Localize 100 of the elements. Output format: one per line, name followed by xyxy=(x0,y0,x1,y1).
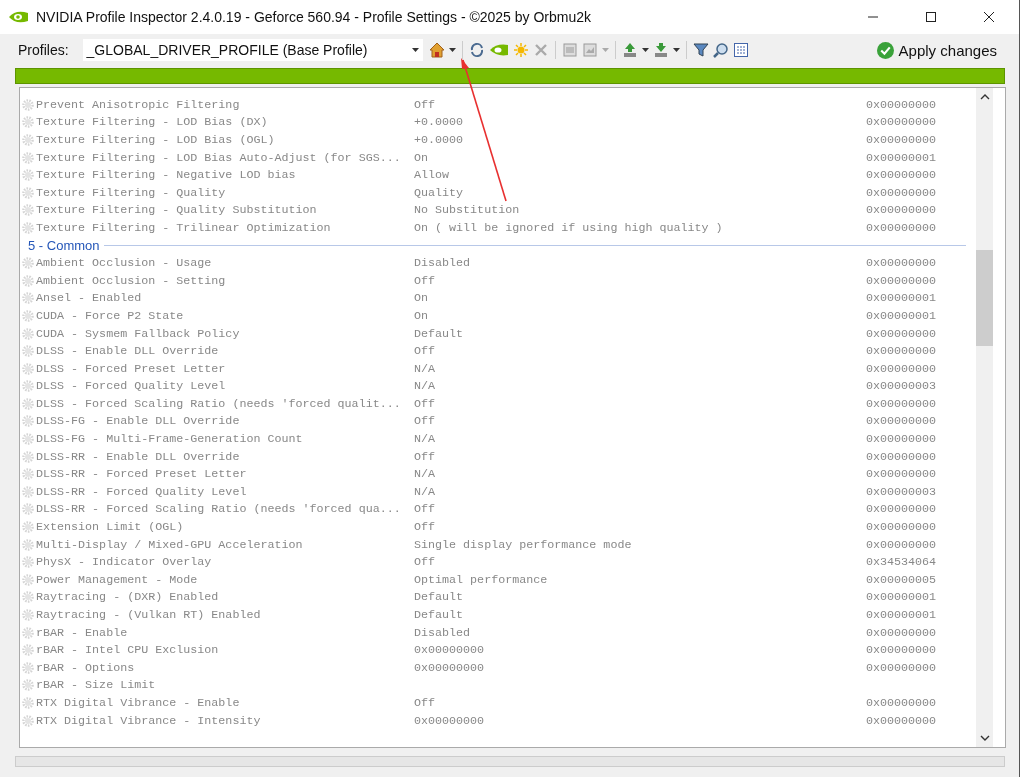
setting-name[interactable]: Extension Limit (OGL) xyxy=(36,520,414,535)
setting-value: Single display performance mode xyxy=(414,537,632,552)
setting-name[interactable]: DLSS-FG - Multi-Frame-Generation Count xyxy=(36,432,414,447)
setting-value: 0x00000000 xyxy=(414,643,485,658)
setting-name[interactable]: Texture Filtering - LOD Bias Auto-Adjust (for SGS... xyxy=(36,150,414,165)
caret-icon[interactable] xyxy=(641,48,649,52)
window-title: NVIDIA Profile Inspector 2.4.0.19 - Geforce 560.94 - Profile Settings - ©2025 by Orbmu2k xyxy=(36,9,592,25)
setting-id: 0x00000000 xyxy=(866,502,937,517)
refresh-icon[interactable] xyxy=(468,42,485,58)
gear-icon xyxy=(22,433,34,446)
setting-id: 0x00000000 xyxy=(866,432,937,447)
setting-value: N/A xyxy=(414,361,436,376)
grid-icon[interactable] xyxy=(732,42,749,58)
setting-value: Off xyxy=(414,449,436,464)
apply-changes-button[interactable]: Apply changes xyxy=(872,39,1001,61)
profile-dropdown[interactable]: _GLOBAL_DRIVER_PROFILE (Base Profile) xyxy=(82,39,423,61)
gear-icon xyxy=(22,327,34,340)
setting-name[interactable]: Ambient Occlusion - Usage xyxy=(36,256,414,271)
caret-icon[interactable] xyxy=(411,48,419,52)
setting-name[interactable]: Texture Filtering - Negative LOD bias xyxy=(36,168,414,183)
setting-name[interactable]: Ansel - Enabled xyxy=(36,291,414,306)
setting-id: 0x34534064 xyxy=(866,555,937,570)
close-icon[interactable] xyxy=(983,11,995,23)
setting-id: 0x00000001 xyxy=(866,291,937,306)
setting-name[interactable]: CUDA - Sysmem Fallback Policy xyxy=(36,326,414,341)
gear-icon xyxy=(22,169,34,182)
setting-name[interactable]: DLSS-FG - Enable DLL Override xyxy=(36,414,414,429)
setting-name[interactable]: DLSS - Enable DLL Override xyxy=(36,344,414,359)
setting-value: +0.0000 xyxy=(414,115,464,130)
setting-id: 0x00000000 xyxy=(866,133,937,147)
setting-name[interactable]: rBAR - Size Limit xyxy=(36,678,414,693)
setting-value: On xyxy=(414,291,429,306)
setting-id: 0x00000003 xyxy=(866,379,937,394)
setting-value: Off xyxy=(414,344,436,359)
gear-icon xyxy=(22,274,34,287)
setting-value: Allow xyxy=(414,168,450,183)
setting-name[interactable]: Texture Filtering - Quality xyxy=(36,185,414,200)
setting-name[interactable]: Prevent Anisotropic Filtering xyxy=(36,97,414,112)
setting-name[interactable]: Multi-Display / Mixed-GPU Acceleration xyxy=(36,537,414,552)
search-icon[interactable] xyxy=(712,42,729,58)
setting-name[interactable]: Raytracing - (DXR) Enabled xyxy=(36,590,414,605)
gear-icon xyxy=(22,98,34,111)
setting-name[interactable]: rBAR - Enable xyxy=(36,625,414,640)
setting-name[interactable]: rBAR - Options xyxy=(36,660,414,675)
setting-name[interactable]: Power Management - Mode xyxy=(36,572,414,587)
gear-icon xyxy=(22,591,34,604)
setting-id: 0x00000000 xyxy=(866,273,937,288)
setting-name[interactable]: DLSS - Forced Scaling Ratio (needs 'forced qualit... xyxy=(36,396,414,411)
setting-value: Disabled xyxy=(414,256,471,271)
setting-value: N/A xyxy=(414,432,436,447)
gear-icon xyxy=(22,485,34,498)
setting-value: No Substitution xyxy=(414,203,520,218)
filter-icon[interactable] xyxy=(692,42,709,58)
setting-id: 0x00000000 xyxy=(866,168,937,183)
gear-icon xyxy=(22,609,34,621)
caret-icon[interactable] xyxy=(448,48,456,52)
setting-name[interactable]: RTX Digital Vibrance - Enable xyxy=(36,696,414,710)
setting-value: Off xyxy=(414,555,436,570)
caret-icon[interactable] xyxy=(672,48,680,52)
setting-id: 0x00000005 xyxy=(866,572,937,587)
setting-id: 0x00000001 xyxy=(866,150,937,165)
home-icon[interactable] xyxy=(428,42,445,58)
setting-id: 0x00000000 xyxy=(866,256,937,271)
gear-icon xyxy=(22,134,34,146)
vertical-scrollbar[interactable] xyxy=(976,88,993,747)
gear-icon xyxy=(22,204,34,217)
setting-name[interactable]: rBAR - Intel CPU Exclusion xyxy=(36,643,414,658)
setting-name[interactable]: RTX Digital Vibrance - Intensity xyxy=(36,713,414,728)
setting-value: Off xyxy=(414,696,436,710)
setting-id: 0x00000000 xyxy=(866,625,937,640)
horizontal-scrollbar[interactable] xyxy=(15,756,1005,767)
scroll-down-icon[interactable] xyxy=(979,735,990,741)
setting-name[interactable]: CUDA - Force P2 State xyxy=(36,308,414,323)
setting-name[interactable]: DLSS-RR - Forced Preset Letter xyxy=(36,467,414,482)
scroll-up-icon[interactable] xyxy=(979,94,990,100)
setting-id: 0x00000001 xyxy=(866,308,937,323)
setting-value: N/A xyxy=(414,379,436,394)
gear-icon xyxy=(22,644,34,657)
maximize-icon[interactable] xyxy=(925,11,937,23)
setting-name[interactable]: Ambient Occlusion - Setting xyxy=(36,273,414,288)
scrollbar-thumb[interactable] xyxy=(976,250,993,346)
gear-icon xyxy=(22,186,34,199)
setting-name[interactable]: Raytracing - (Vulkan RT) Enabled xyxy=(36,608,414,622)
setting-name[interactable]: Texture Filtering - LOD Bias (DX) xyxy=(36,115,414,130)
setting-value: On xyxy=(414,150,429,165)
setting-value: Off xyxy=(414,520,436,535)
gear-icon xyxy=(22,415,34,428)
setting-id: 0x00000000 xyxy=(866,449,937,464)
group-header[interactable]: 5 - Common xyxy=(28,238,100,254)
setting-name[interactable]: PhysX - Indicator Overlay xyxy=(36,555,414,570)
setting-name[interactable]: DLSS-RR - Forced Quality Level xyxy=(36,484,414,499)
setting-name[interactable]: Texture Filtering - LOD Bias (OGL) xyxy=(36,133,414,147)
setting-name[interactable]: Texture Filtering - Quality Substitution xyxy=(36,203,414,218)
setting-name[interactable]: DLSS-RR - Forced Scaling Ratio (needs 'forced qua... xyxy=(36,502,414,517)
setting-name[interactable]: DLSS-RR - Enable DLL Override xyxy=(36,449,414,464)
setting-name[interactable]: DLSS - Forced Quality Level xyxy=(36,379,414,394)
setting-name[interactable]: Texture Filtering - Trilinear Optimization xyxy=(36,220,414,235)
gear-icon xyxy=(22,345,34,358)
setting-id: 0x00000001 xyxy=(866,608,937,622)
setting-name[interactable]: DLSS - Forced Preset Letter xyxy=(36,361,414,376)
